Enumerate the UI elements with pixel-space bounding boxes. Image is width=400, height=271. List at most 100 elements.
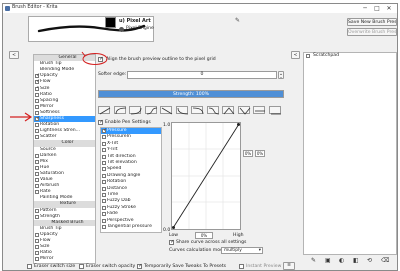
background-icon[interactable]: ◧ xyxy=(353,257,359,264)
reset-icon[interactable]: ⟲ xyxy=(367,257,372,264)
eraser-opacity-checkbox[interactable] xyxy=(79,264,84,269)
sensor-checkbox[interactable] xyxy=(102,135,106,140)
sensor-item[interactable]: X-Tilt xyxy=(101,141,161,147)
collapse-scratchpad-button[interactable]: < xyxy=(291,51,300,59)
sensor-checkbox[interactable] xyxy=(102,218,106,223)
option-checkbox[interactable] xyxy=(35,92,39,97)
option-checkbox[interactable] xyxy=(35,129,39,134)
paint-icon[interactable]: ✎ xyxy=(311,257,316,264)
close-button[interactable]: ✕ xyxy=(383,4,395,13)
sensor-checkbox[interactable] xyxy=(102,205,106,210)
curve-bottom-value[interactable]: 0% xyxy=(195,232,213,239)
option-checkbox[interactable] xyxy=(35,110,39,115)
option-checkbox[interactable] xyxy=(35,171,39,176)
sensor-checkbox[interactable] xyxy=(102,225,106,229)
maximize-button[interactable]: □ xyxy=(371,4,383,13)
sensor-item[interactable]: Tilt elevation xyxy=(101,160,161,166)
save-new-preset-button[interactable]: Save New Brush Preset... xyxy=(347,18,397,26)
share-curve-checkbox[interactable]: ✓ xyxy=(169,239,175,245)
sensor-checkbox[interactable] xyxy=(102,180,106,185)
curve-left-value[interactable]: 0% xyxy=(243,150,253,157)
sensor-checkbox[interactable] xyxy=(102,173,106,178)
curve-preset-button[interactable] xyxy=(222,106,235,115)
fill-icon[interactable]: ▣ xyxy=(325,257,331,264)
sensor-checkbox[interactable] xyxy=(102,167,106,172)
option-checkbox[interactable] xyxy=(35,73,40,79)
sensor-item[interactable]: Drawing angle xyxy=(101,173,161,179)
curve-preset-button[interactable] xyxy=(237,106,250,115)
option-checkbox[interactable] xyxy=(35,214,39,219)
curve-preset-button[interactable] xyxy=(129,106,142,115)
option-checkbox[interactable] xyxy=(35,123,39,128)
overwrite-preset-button[interactable]: Overwrite Brush Preset xyxy=(347,28,397,36)
curve-preset-button[interactable] xyxy=(206,106,219,115)
sensor-item[interactable]: Time xyxy=(101,192,161,198)
option-checkbox[interactable] xyxy=(35,159,39,164)
option-checkbox[interactable] xyxy=(35,184,39,189)
strength-slider[interactable]: Strength: 100% xyxy=(98,90,284,98)
sensor-checkbox[interactable] xyxy=(102,199,106,204)
sensor-item[interactable]: PressureIn xyxy=(101,134,161,140)
sensor-item[interactable]: Rotation xyxy=(101,179,161,185)
sensor-item[interactable]: Speed xyxy=(101,166,161,172)
option-checkbox[interactable] xyxy=(35,135,39,140)
sensor-checkbox[interactable] xyxy=(102,141,106,146)
option-checkbox[interactable] xyxy=(35,251,39,256)
sensor-item[interactable]: Fuzzy Dab xyxy=(101,198,161,204)
option-checkbox[interactable] xyxy=(35,165,39,170)
preset-thumbnail[interactable] xyxy=(105,17,116,28)
sensor-item[interactable]: Fuzzy Stroke xyxy=(101,205,161,211)
sensor-item[interactable]: Y-Tilt xyxy=(101,147,161,153)
enable-pen-settings-checkbox[interactable]: ✓ xyxy=(98,119,104,125)
sensor-checkbox[interactable] xyxy=(102,193,106,197)
sensor-checkbox[interactable] xyxy=(102,148,106,153)
curve-preset-button[interactable] xyxy=(113,106,126,115)
option-checkbox[interactable] xyxy=(35,98,39,103)
option-checkbox[interactable] xyxy=(35,178,39,182)
options-list-item[interactable]: Mirror xyxy=(34,256,95,262)
gradient-icon[interactable]: ◐ xyxy=(339,257,344,264)
option-checkbox[interactable] xyxy=(35,257,39,262)
curve-preset-button[interactable] xyxy=(191,106,204,115)
clear-icon[interactable]: ⌫ xyxy=(381,257,389,264)
instant-preview-checkbox[interactable] xyxy=(239,264,244,269)
sensor-item[interactable]: Distance xyxy=(101,186,161,192)
sensor-item[interactable]: Tangential pressure xyxy=(101,224,161,230)
sensor-checkbox[interactable] xyxy=(102,161,106,165)
temp-save-checkbox[interactable]: ✓ xyxy=(137,263,143,269)
calc-mode-select[interactable]: multiply ▾ xyxy=(221,247,263,254)
softer-edge-field[interactable]: 0 xyxy=(127,71,277,79)
option-checkbox[interactable] xyxy=(35,239,39,243)
eraser-size-checkbox[interactable] xyxy=(27,264,32,269)
sensor-item[interactable]: Fade xyxy=(101,211,161,217)
sensor-checkbox[interactable] xyxy=(102,128,107,134)
option-checkbox[interactable] xyxy=(35,245,39,250)
collapse-presets-button[interactable]: < xyxy=(9,51,19,59)
option-checkbox[interactable] xyxy=(35,104,39,109)
option-checkbox[interactable] xyxy=(35,190,39,195)
sensor-checkbox[interactable] xyxy=(102,212,106,217)
curve-preset-button[interactable] xyxy=(175,106,188,115)
curve-editor[interactable] xyxy=(171,122,241,230)
option-checkbox[interactable] xyxy=(35,86,40,92)
sensor-checkbox[interactable] xyxy=(102,186,106,191)
option-checkbox[interactable] xyxy=(35,208,39,213)
edit-name-icon[interactable]: ✎ xyxy=(235,17,240,24)
sensor-item[interactable]: Tilt direction xyxy=(101,154,161,160)
option-checkbox[interactable] xyxy=(35,116,40,122)
option-checkbox[interactable] xyxy=(35,232,39,237)
curve-preset-button[interactable] xyxy=(98,106,111,115)
sensor-item[interactable]: Pressure xyxy=(101,128,161,135)
curve-right-value[interactable]: 0% xyxy=(255,150,265,157)
scratchpad-panel[interactable]: Scratchpad xyxy=(303,52,397,255)
sensor-checkbox[interactable] xyxy=(102,154,106,159)
softer-edge-spinner[interactable]: ▴ ▾ xyxy=(278,71,284,79)
curve-preset-button[interactable] xyxy=(253,106,265,114)
menu-button[interactable]: ≡ xyxy=(283,262,295,270)
curve-preset-button[interactable] xyxy=(268,106,281,115)
option-checkbox[interactable] xyxy=(35,153,39,158)
minimize-button[interactable]: ─ xyxy=(359,4,371,13)
curve-preset-button[interactable] xyxy=(160,106,173,115)
sensor-item[interactable]: Perspective xyxy=(101,218,161,224)
option-checkbox[interactable] xyxy=(35,79,40,85)
